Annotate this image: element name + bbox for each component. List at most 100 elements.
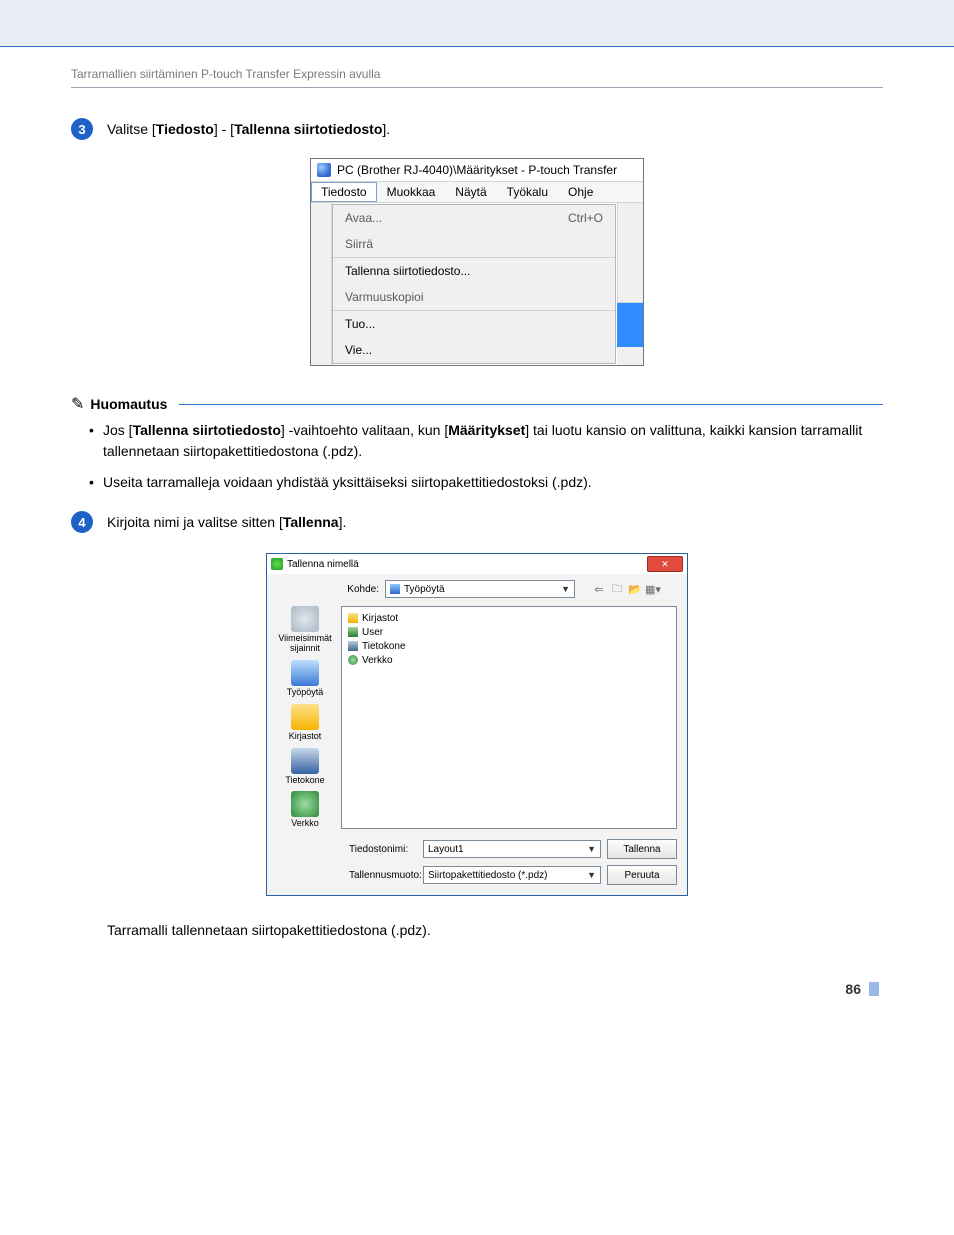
menu-item-backup[interactable]: Varmuuskopioi [333, 284, 615, 311]
filename-value: Layout1 [428, 844, 464, 855]
step-4-text: Kirjoita nimi ja valitse sitten [Tallenn… [107, 511, 346, 533]
ptouch-window: PC (Brother RJ-4040)\Määritykset - P-tou… [310, 158, 644, 366]
place-network[interactable]: Verkko [277, 791, 333, 829]
user-icon [348, 627, 358, 637]
filetype-field[interactable]: Siirtopakettitiedosto (*.pdz) ▼ [423, 866, 601, 884]
menu-item-transfer[interactable]: Siirrä [333, 231, 615, 258]
save-button[interactable]: Tallenna [607, 839, 677, 859]
menu-item-backup-label: Varmuuskopioi [345, 290, 423, 304]
menu-item-save-transfer[interactable]: Tallenna siirtotiedosto... [333, 258, 615, 284]
save-as-title-text: Tallenna nimellä [287, 559, 359, 570]
menu-view[interactable]: Näytä [445, 182, 496, 202]
top-bar [0, 0, 954, 47]
place-desktop[interactable]: Työpöytä [277, 660, 333, 698]
step-4: 4 Kirjoita nimi ja valitse sitten [Talle… [71, 511, 883, 533]
note-b1a: Jos [ [103, 422, 133, 438]
filename-field[interactable]: Layout1 ▼ [423, 840, 601, 858]
list-item[interactable]: Tietokone [348, 639, 670, 653]
ptouch-sidebar [311, 203, 332, 365]
ptouch-menubar: Tiedosto Muokkaa Näytä Työkalu Ohje [311, 181, 643, 203]
libraries-icon [291, 704, 319, 730]
menu-item-export[interactable]: Vie... [333, 337, 615, 363]
recent-icon [291, 606, 319, 632]
place-desktop-label: Työpöytä [277, 688, 333, 698]
network-icon [291, 791, 319, 817]
computer-small-icon [348, 641, 358, 651]
desktop-icon [390, 584, 400, 594]
menu-item-save-transfer-label: Tallenna siirtotiedosto... [345, 264, 470, 278]
view-menu-icon[interactable]: ▦▾ [645, 581, 661, 597]
save-as-app-icon [271, 558, 283, 570]
desktop-place-icon [291, 660, 319, 686]
list-item[interactable]: User [348, 625, 670, 639]
step3-menu2: Tallenna siirtotiedosto [234, 121, 382, 137]
step4-button: Tallenna [283, 514, 339, 530]
list-item[interactable]: Kirjastot [348, 611, 670, 625]
page-number-value: 86 [845, 981, 861, 997]
menu-item-import[interactable]: Tuo... [333, 311, 615, 337]
up-level-icon[interactable]: 🗀 [609, 581, 625, 597]
step-3: 3 Valitse [Tiedosto] - [Tallenna siirtot… [71, 118, 883, 140]
page-number-marker [869, 982, 879, 996]
note-rule [179, 404, 883, 405]
step4-prefix: Kirjoita nimi ja valitse sitten [ [107, 514, 283, 530]
close-button[interactable]: ✕ [647, 556, 683, 572]
save-as-titlebar: Tallenna nimellä ✕ [267, 554, 687, 574]
menu-item-export-label: Vie... [345, 343, 372, 357]
step4-suffix: ]. [339, 514, 347, 530]
kohde-label: Kohde: [331, 584, 379, 595]
save-as-dialog: Tallenna nimellä ✕ Kohde: Työpöytä ▼ ⇐ 🗀… [266, 553, 688, 896]
network-small-icon [348, 655, 358, 665]
list-item-label: Tietokone [362, 641, 406, 652]
step-3-bullet: 3 [71, 118, 93, 140]
new-folder-icon[interactable]: 📂 [627, 581, 643, 597]
nav-back-icon[interactable]: ⇐ [591, 581, 607, 597]
note-icon: ✎ [71, 394, 84, 414]
file-dropdown: Avaa... Ctrl+O Siirrä Tallenna siirtotie… [332, 204, 616, 364]
note-b1b: Tallenna siirtotiedosto [133, 422, 281, 438]
list-item[interactable]: Verkko [348, 653, 670, 667]
kohde-dropdown[interactable]: Työpöytä ▼ [385, 580, 575, 598]
app-icon [317, 163, 331, 177]
step3-mid: ] - [ [214, 121, 234, 137]
note-block: ✎ Huomautus Jos [Tallenna siirtotiedosto… [71, 394, 883, 493]
page-number: 86 [71, 981, 883, 997]
place-computer-label: Tietokone [277, 776, 333, 786]
step3-menu1: Tiedosto [156, 121, 214, 137]
menu-help[interactable]: Ohje [558, 182, 603, 202]
menu-item-open-label: Avaa... [345, 211, 382, 225]
step-3-text: Valitse [Tiedosto] - [Tallenna siirtotie… [107, 118, 390, 140]
file-list[interactable]: Kirjastot User Tietokone Verkko [341, 606, 677, 829]
menu-item-import-label: Tuo... [345, 317, 375, 331]
menu-edit[interactable]: Muokkaa [377, 182, 446, 202]
cancel-button[interactable]: Peruuta [607, 865, 677, 885]
dropdown-arrow-icon: ▼ [587, 844, 596, 854]
filetype-value: Siirtopakettitiedosto (*.pdz) [428, 870, 548, 881]
menu-item-open[interactable]: Avaa... Ctrl+O [333, 205, 615, 231]
ptouch-title-text: PC (Brother RJ-4040)\Määritykset - P-tou… [337, 163, 617, 177]
dropdown-arrow-icon: ▼ [587, 870, 596, 880]
save-as-bottom: Tiedostonimi: Layout1 ▼ Tallenna Tallenn… [267, 835, 687, 895]
filename-label: Tiedostonimi: [349, 844, 417, 855]
menu-tools[interactable]: Työkalu [497, 182, 558, 202]
place-libraries[interactable]: Kirjastot [277, 704, 333, 742]
place-computer[interactable]: Tietokone [277, 748, 333, 786]
list-item-label: User [362, 627, 383, 638]
place-recent[interactable]: Viimeisimmät sijainnit [277, 606, 333, 654]
menu-item-transfer-label: Siirrä [345, 237, 373, 251]
menu-file[interactable]: Tiedosto [311, 182, 377, 202]
step3-prefix: Valitse [ [107, 121, 156, 137]
folder-icon [348, 613, 358, 623]
places-bar: Viimeisimmät sijainnit Työpöytä Kirjasto… [275, 606, 335, 829]
filetype-label: Tallennusmuoto: [349, 870, 417, 881]
ptouch-right-pane [617, 203, 643, 365]
header-rule [71, 87, 883, 88]
place-libraries-label: Kirjastot [277, 732, 333, 742]
step3-suffix: ]. [382, 121, 390, 137]
note-b1c: ] -vaihtoehto valitaan, kun [ [281, 422, 448, 438]
breadcrumb: Tarramallien siirtäminen P-touch Transfe… [71, 67, 883, 81]
step-4-bullet: 4 [71, 511, 93, 533]
kohde-value: Työpöytä [404, 584, 445, 595]
list-item-label: Verkko [362, 655, 393, 666]
save-as-toolbar: Kohde: Työpöytä ▼ ⇐ 🗀 📂 ▦▾ [267, 574, 687, 604]
